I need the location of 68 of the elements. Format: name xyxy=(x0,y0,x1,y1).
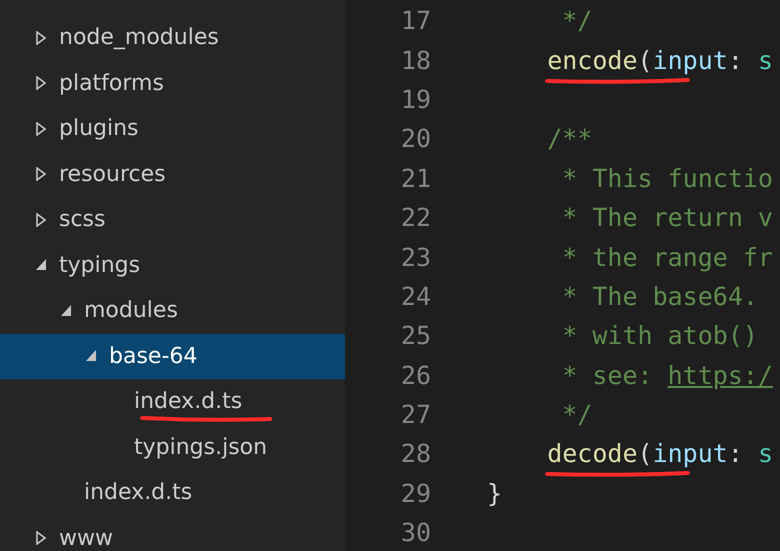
code-token: : xyxy=(728,439,744,468)
file-name: platforms xyxy=(59,70,164,96)
line-number: 20 xyxy=(400,124,431,154)
line-number: 26 xyxy=(400,360,431,390)
line-number: 25 xyxy=(400,321,431,350)
line-number: 30 xyxy=(400,518,431,548)
expanded-triangle-icon[interactable] xyxy=(60,304,72,318)
code-token: : xyxy=(728,46,744,75)
line-number: 28 xyxy=(400,439,431,468)
file-name: plugins xyxy=(59,116,139,142)
file-name: typings.json xyxy=(134,434,268,460)
line-number: 27 xyxy=(400,400,431,430)
file-name: www xyxy=(59,526,113,551)
line-number: 19 xyxy=(400,84,431,114)
code-token: ( xyxy=(638,439,653,468)
tree-item[interactable]: platforms xyxy=(0,60,345,106)
code-link[interactable]: https:/ xyxy=(668,360,773,390)
code-token: s xyxy=(758,439,774,468)
file-name: modules xyxy=(84,298,178,324)
file-name: base-64 xyxy=(109,344,198,369)
file-name: node_modules xyxy=(59,25,219,50)
code-token: * The return v xyxy=(561,203,773,232)
line-number: 21 xyxy=(400,164,431,193)
collapsed-triangle-icon[interactable] xyxy=(35,30,47,45)
tree-item[interactable]: plugins xyxy=(0,106,345,152)
tree-item[interactable]: index.d.ts xyxy=(0,470,345,516)
code-token: } xyxy=(487,478,502,508)
collapsed-triangle-icon[interactable] xyxy=(35,122,47,136)
line-number: 17 xyxy=(400,6,431,36)
tree-item[interactable]: typings xyxy=(0,242,345,288)
expanded-triangle-icon[interactable] xyxy=(35,258,47,272)
expanded-triangle-icon[interactable] xyxy=(85,349,97,364)
code-token: input xyxy=(652,46,728,75)
line-number: 22 xyxy=(400,203,431,232)
file-name: index.d.ts xyxy=(84,480,192,506)
line-number: 29 xyxy=(400,478,431,508)
code-token: * This functio xyxy=(561,164,773,193)
collapsed-triangle-icon[interactable] xyxy=(35,531,47,546)
line-number: 18 xyxy=(400,46,431,75)
file-name: scss xyxy=(59,207,106,232)
tree-item[interactable]: resources xyxy=(0,152,345,197)
code-token: * see: xyxy=(561,360,654,390)
code-token: decode xyxy=(546,439,638,468)
tree-item[interactable]: scss xyxy=(0,197,345,242)
tree-item[interactable]: index.d.ts xyxy=(0,379,345,424)
file-name: index.d.ts xyxy=(134,389,242,414)
code-token: encode xyxy=(546,46,638,75)
line-number: 24 xyxy=(400,282,431,311)
file-name: resources xyxy=(59,162,166,187)
file-name: typings xyxy=(59,252,140,278)
code-token: ( xyxy=(638,46,653,75)
collapsed-triangle-icon[interactable] xyxy=(35,76,47,90)
code-token: input xyxy=(652,439,728,468)
tree-item[interactable]: modules xyxy=(0,288,345,334)
code-token: /** xyxy=(546,124,592,154)
code-token: s xyxy=(758,46,774,75)
tree-item[interactable]: typings.json xyxy=(0,424,345,470)
code-token: * with atob() xyxy=(561,321,758,350)
code-token: */ xyxy=(561,6,592,36)
code-token: * the range fr xyxy=(561,242,773,272)
code-token: */ xyxy=(561,400,592,430)
tree-item[interactable]: node_modules xyxy=(0,15,345,60)
line-number: 23 xyxy=(400,242,431,272)
tree-item[interactable]: www xyxy=(0,516,345,551)
tree-item[interactable]: base-64 xyxy=(0,334,345,379)
code-token: * The base64. xyxy=(561,282,758,311)
collapsed-triangle-icon[interactable] xyxy=(35,212,47,227)
collapsed-triangle-icon[interactable] xyxy=(35,167,47,182)
